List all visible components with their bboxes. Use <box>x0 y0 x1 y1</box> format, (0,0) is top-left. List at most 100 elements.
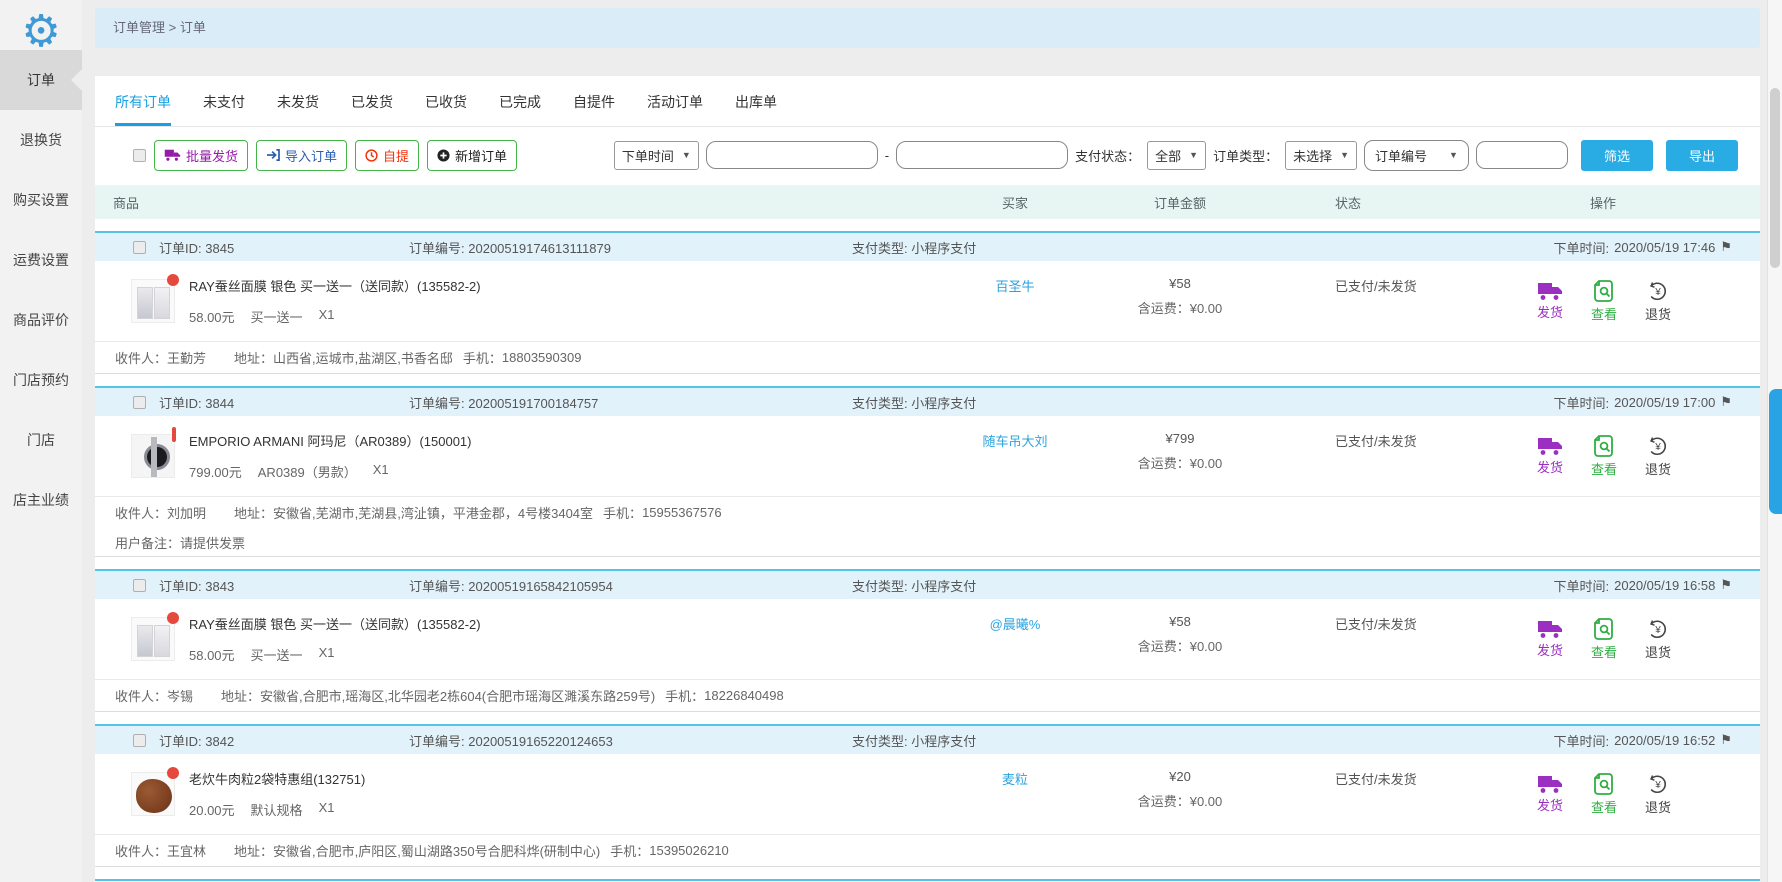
refund-action[interactable]: ¥ 退货 <box>1637 280 1679 323</box>
pay-status-select[interactable]: 全部 ▼ <box>1147 140 1207 170</box>
date-to-input[interactable] <box>896 141 1069 169</box>
refund-icon: ¥ <box>1650 619 1666 638</box>
product-thumbnail[interactable] <box>131 767 179 816</box>
time-field-select[interactable]: 下单时间 ▼ <box>613 140 699 170</box>
user-remark-row: 用户备注： 请提供发票 <box>95 528 1760 556</box>
receiver-address: 安徽省,芜湖市,芜湖县,湾沚镇，平港金郡，4号楼3404室 <box>273 506 594 521</box>
buyer-link[interactable]: @晨曦% <box>990 617 1041 632</box>
remark-text: 请提供发票 <box>180 535 246 551</box>
receiver-phone: 18226840498 <box>704 688 784 703</box>
tab-completed[interactable]: 已完成 <box>499 92 541 126</box>
red-badge-icon <box>167 767 179 779</box>
sidebar-item-purchase-settings[interactable]: 购买设置 <box>0 170 82 230</box>
order-time: 2020/05/19 16:58 <box>1614 577 1716 593</box>
orders-panel: 所有订单 未支付 未发货 已发货 已收货 已完成 自提件 活动订单 出库单 批量… <box>95 76 1760 882</box>
product-thumbnail[interactable] <box>131 612 179 661</box>
order-type-label: 订单类型： <box>1213 148 1279 164</box>
product-name[interactable]: RAY蚕丝面膜 银色 买一送一（送同款）(135582-2) <box>189 614 481 633</box>
tab-received[interactable]: 已收货 <box>425 92 467 126</box>
product-spec: 默认规格 <box>250 803 303 818</box>
sidebar-item-orders[interactable]: 订单 <box>0 50 82 110</box>
svg-text:¥: ¥ <box>1654 780 1661 791</box>
sidebar-item-store-booking[interactable]: 门店预约 <box>0 350 82 410</box>
receiver-name: 刘加明 <box>167 506 207 521</box>
view-doc-icon <box>1594 434 1613 457</box>
product-name[interactable]: RAY蚕丝面膜 银色 买一送一（送同款）(135582-2) <box>189 276 481 295</box>
order-no: 202005191700184757 <box>468 395 599 411</box>
ship-truck-icon <box>1538 437 1562 455</box>
view-action[interactable]: 查看 <box>1583 772 1625 816</box>
product-qty: X1 <box>318 645 335 660</box>
floating-side-tab[interactable] <box>1769 389 1782 514</box>
chevron-down-icon: ▼ <box>1340 150 1350 160</box>
refund-action[interactable]: ¥ 退货 <box>1637 435 1679 478</box>
order-status: 已支付/未发货 <box>1335 434 1417 449</box>
filter-button[interactable]: 筛选 <box>1580 139 1653 171</box>
refund-action[interactable]: ¥ 退货 <box>1637 773 1679 816</box>
receiver-name: 岑锡 <box>167 689 194 704</box>
pay-type: 小程序支付 <box>911 240 977 256</box>
sidebar-item-owner-performance[interactable]: 店主业绩 <box>0 470 82 530</box>
order-no: 20200519165220124653 <box>468 733 613 749</box>
batch-ship-button[interactable]: 批量发货 <box>154 139 249 171</box>
product-name[interactable]: EMPORIO ARMANI 阿玛尼（AR0389）(150001) <box>189 431 471 450</box>
product-price: 58.00元 <box>189 310 235 325</box>
refund-icon: ¥ <box>1650 281 1666 300</box>
select-all-checkbox[interactable] <box>133 148 146 162</box>
view-action[interactable]: 查看 <box>1583 279 1625 323</box>
search-field-select[interactable]: 订单编号 ▼ <box>1364 139 1469 171</box>
flag-icon: ⚑ <box>1720 577 1732 592</box>
new-order-button[interactable]: 新增订单 <box>427 139 518 171</box>
order-checkbox[interactable] <box>133 395 146 409</box>
scrollbar-thumb[interactable] <box>1770 88 1780 268</box>
order-checkbox[interactable] <box>133 240 146 254</box>
tab-outbound[interactable]: 出库单 <box>735 92 777 126</box>
ship-action[interactable]: 发货 <box>1529 437 1571 476</box>
product-qty: X1 <box>318 800 335 815</box>
tab-unpaid[interactable]: 未支付 <box>203 92 245 126</box>
tab-unshipped[interactable]: 未发货 <box>277 92 319 126</box>
receiver-address: 安徽省,合肥市,瑶海区,北华园老2栋604(合肥市瑶海区濉溪东路259号) <box>260 689 656 704</box>
product-name[interactable]: 老炊牛肉粒2袋特惠组(132751) <box>189 769 365 788</box>
search-input[interactable] <box>1475 141 1568 169</box>
self-pickup-button[interactable]: 自提 <box>355 139 420 171</box>
view-action[interactable]: 查看 <box>1583 617 1625 661</box>
buyer-link[interactable]: 麦粒 <box>1002 772 1028 787</box>
sidebar-item-product-reviews[interactable]: 商品评价 <box>0 290 82 350</box>
import-orders-button[interactable]: 导入订单 <box>256 139 348 171</box>
ship-action[interactable]: 发货 <box>1529 775 1571 814</box>
product-thumbnail[interactable] <box>131 274 179 323</box>
order-type-select[interactable]: 未选择 ▼ <box>1285 140 1358 170</box>
date-from-input[interactable] <box>705 141 878 169</box>
tab-shipped[interactable]: 已发货 <box>351 92 393 126</box>
clock-icon <box>365 148 378 162</box>
red-badge-icon <box>172 427 176 442</box>
order-checkbox[interactable] <box>133 578 146 592</box>
tab-activity-orders[interactable]: 活动订单 <box>647 92 703 126</box>
tab-self-pickup[interactable]: 自提件 <box>573 92 615 126</box>
sidebar-item-shipping-settings[interactable]: 运费设置 <box>0 230 82 290</box>
view-action[interactable]: 查看 <box>1583 434 1625 478</box>
ship-action[interactable]: 发货 <box>1529 282 1571 321</box>
col-operations: 操作 <box>1590 195 1617 211</box>
export-button[interactable]: 导出 <box>1665 139 1738 171</box>
product-spec: AR0389（男款） <box>257 465 357 480</box>
order-header: 订单ID: 3842 订单编号: 20200519165220124653 支付… <box>95 724 1760 754</box>
main-area: 订单管理 > 订单 所有订单 未支付 未发货 已发货 已收货 已完成 自提件 活… <box>82 0 1782 882</box>
product-thumbnail[interactable] <box>131 427 176 478</box>
ship-action[interactable]: 发货 <box>1529 620 1571 659</box>
order-product-row: RAY蚕丝面膜 银色 买一送一（送同款）(135582-2) 58.00元 买一送… <box>95 261 1760 341</box>
shipping-fee: 含运费：¥0.00 <box>1137 456 1223 471</box>
table-header: 商品 买家 订单金额 状态 操作 <box>95 185 1760 219</box>
refund-icon: ¥ <box>1650 774 1666 793</box>
tab-all-orders[interactable]: 所有订单 <box>115 92 171 126</box>
order-checkbox[interactable] <box>133 733 146 747</box>
ship-truck-icon <box>1538 775 1562 793</box>
buyer-link[interactable]: 百圣牛 <box>995 279 1034 294</box>
sidebar-item-store[interactable]: 门店 <box>0 410 82 470</box>
order-amount: ¥799 <box>1165 431 1195 446</box>
buyer-link[interactable]: 随车吊大刘 <box>982 434 1047 449</box>
col-amount: 订单金额 <box>1153 195 1206 211</box>
sidebar-item-returns[interactable]: 退换货 <box>0 110 82 170</box>
refund-action[interactable]: ¥ 退货 <box>1637 618 1679 661</box>
